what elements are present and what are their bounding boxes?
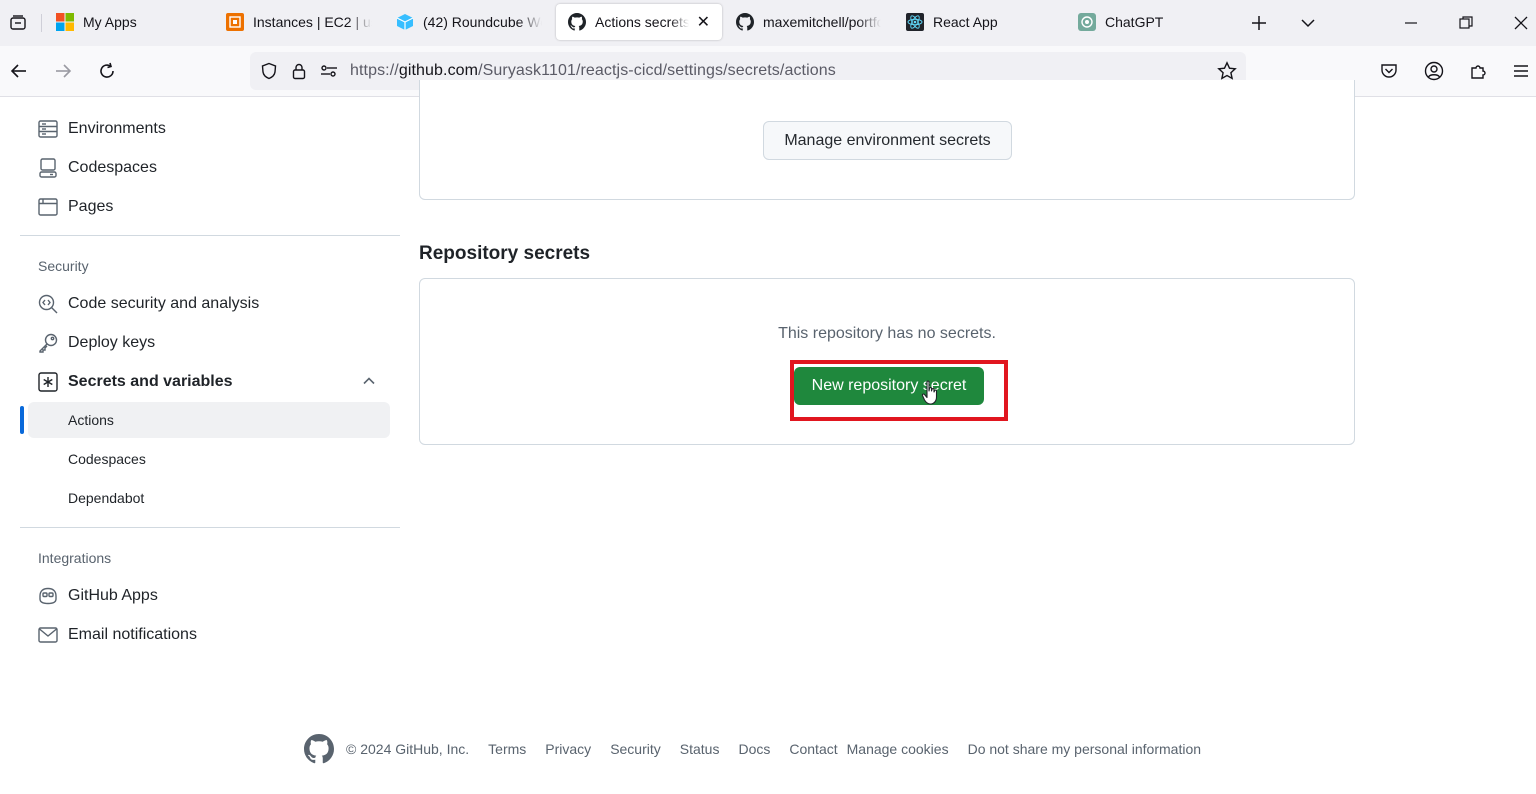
sidebar-divider <box>20 235 400 236</box>
tab-ec2-instances[interactable]: Instances | EC2 | us <box>214 4 384 40</box>
tab-maxemitchell-portfolio[interactable]: maxemitchell/portfolio <box>724 4 894 40</box>
manage-environment-secrets-button[interactable]: Manage environment secrets <box>763 121 1012 160</box>
sidebar-item-email-notifications[interactable]: Email notifications <box>28 617 390 653</box>
sidebar-heading-integrations: Integrations <box>38 550 112 566</box>
sidebar-item-secrets-and-variables[interactable]: Secrets and variables <box>28 364 390 400</box>
footer-link-contact[interactable]: Contact <box>789 741 837 757</box>
list-tabs-chevron-icon[interactable] <box>1293 8 1323 38</box>
tracking-protection-shield-icon[interactable] <box>254 56 284 86</box>
copilot-apps-icon <box>38 586 58 606</box>
active-item-marker <box>20 406 24 434</box>
permissions-icon[interactable] <box>314 56 344 86</box>
pocket-icon[interactable] <box>1375 57 1403 85</box>
footer-copyright: © 2024 GitHub, Inc. <box>346 741 470 757</box>
tab-overview-icon[interactable] <box>0 0 36 46</box>
sidebar-subitem-dependabot[interactable]: Dependabot <box>28 480 390 516</box>
footer-link-do-not-share[interactable]: Do not share my personal information <box>968 741 1201 757</box>
sidebar-item-label: Actions <box>68 412 114 428</box>
sidebar-item-label: Codespaces <box>68 451 146 467</box>
chevron-up-icon[interactable] <box>362 374 376 393</box>
tab-my-apps[interactable]: My Apps <box>44 4 214 40</box>
footer-link-manage-cookies[interactable]: Manage cookies <box>847 741 949 757</box>
sidebar-item-label: Dependabot <box>68 490 145 506</box>
sidebar-item-label: Code security and analysis <box>68 295 260 312</box>
tab-separator <box>41 14 42 32</box>
footer-link-status[interactable]: Status <box>680 741 720 757</box>
sidebar-item-label: Environments <box>68 120 166 137</box>
url-text[interactable]: https://github.com/Suryask1101/reactjs-c… <box>350 62 836 80</box>
environment-secrets-card: Manage environment secrets <box>419 80 1355 200</box>
github-logo-icon <box>568 13 586 31</box>
repository-secrets-title: Repository secrets <box>419 243 591 264</box>
microsoft-logo-icon <box>56 13 74 31</box>
sidebar-item-label: Pages <box>68 198 114 215</box>
asterisk-box-icon <box>38 372 58 392</box>
browser-pages-icon <box>38 197 58 217</box>
sidebar-subitem-actions[interactable]: Actions <box>28 402 390 438</box>
back-arrow-icon[interactable] <box>5 57 33 85</box>
new-tab-plus-icon[interactable] <box>1244 8 1274 38</box>
sidebar-item-deploy-keys[interactable]: Deploy keys <box>28 325 390 361</box>
no-secrets-message: This repository has no secrets. <box>778 325 996 342</box>
close-tab-icon[interactable]: ✕ <box>697 12 710 32</box>
github-mark-icon[interactable] <box>304 733 336 765</box>
tab-title: Actions secrets <box>595 14 689 30</box>
mail-icon <box>38 625 58 645</box>
aws-ec2-icon <box>226 13 244 31</box>
codespaces-icon <box>38 158 58 178</box>
app-menu-hamburger-icon[interactable] <box>1507 57 1535 85</box>
tab-roundcube[interactable]: (42) Roundcube Webmail <box>384 4 554 40</box>
account-avatar-icon[interactable] <box>1420 57 1448 85</box>
codescan-icon <box>38 294 58 314</box>
tab-title: Instances | EC2 | us <box>253 14 372 30</box>
sidebar-heading-security: Security <box>38 258 89 274</box>
page-footer: © 2024 GitHub, Inc. Terms Privacy Securi… <box>304 732 1201 766</box>
react-logo-icon <box>906 13 924 31</box>
url-path: /Suryask1101/reactjs-cicd/settings/secre… <box>478 62 836 79</box>
sidebar-item-label: Deploy keys <box>68 334 156 351</box>
footer-link-privacy[interactable]: Privacy <box>545 741 591 757</box>
tab-title: ChatGPT <box>1105 14 1164 30</box>
tab-title: (42) Roundcube Webmail <box>423 14 542 30</box>
tab-title: My Apps <box>83 14 137 30</box>
sidebar-item-label: Codespaces <box>68 159 157 176</box>
extensions-puzzle-icon[interactable] <box>1464 57 1492 85</box>
tab-chatgpt[interactable]: ChatGPT <box>1066 4 1236 40</box>
tab-title: maxemitchell/portfolio <box>763 14 881 30</box>
key-icon <box>38 333 58 353</box>
sidebar-item-environments[interactable]: Environments <box>28 111 390 147</box>
url-scheme: https:// <box>350 62 399 79</box>
hand-cursor-icon <box>921 380 941 411</box>
sidebar-item-label: GitHub Apps <box>68 587 158 604</box>
browser-tab-strip: My Apps Instances | EC2 | us (42) Roundc… <box>0 0 1536 46</box>
tab-actions-secrets[interactable]: Actions secrets ✕ <box>556 4 722 40</box>
close-window-icon[interactable] <box>1506 8 1536 38</box>
sidebar-item-github-apps[interactable]: GitHub Apps <box>28 578 390 614</box>
sidebar-item-codespaces[interactable]: Codespaces <box>28 150 390 186</box>
server-icon <box>38 119 58 139</box>
footer-link-security[interactable]: Security <box>610 741 661 757</box>
chatgpt-logo-icon <box>1078 13 1096 31</box>
annotation-highlight-box <box>790 360 1008 421</box>
minimize-window-icon[interactable] <box>1396 8 1426 38</box>
lock-icon[interactable] <box>284 56 314 86</box>
footer-link-terms[interactable]: Terms <box>488 741 526 757</box>
sidebar-item-pages[interactable]: Pages <box>28 189 390 225</box>
sidebar-item-label: Secrets and variables <box>68 373 233 390</box>
sidebar-item-code-security[interactable]: Code security and analysis <box>28 286 390 322</box>
sidebar-subitem-codespaces[interactable]: Codespaces <box>28 441 390 477</box>
tab-react-app[interactable]: React App <box>894 4 1064 40</box>
forward-arrow-icon[interactable] <box>49 57 77 85</box>
tab-title: React App <box>933 14 998 30</box>
footer-link-docs[interactable]: Docs <box>738 741 770 757</box>
roundcube-icon <box>396 13 414 31</box>
sidebar-divider <box>20 527 400 528</box>
url-host: github.com <box>398 62 479 79</box>
restore-window-icon[interactable] <box>1451 8 1481 38</box>
reload-icon[interactable] <box>93 57 121 85</box>
github-logo-icon <box>736 13 754 31</box>
sidebar-item-label: Email notifications <box>68 626 197 643</box>
